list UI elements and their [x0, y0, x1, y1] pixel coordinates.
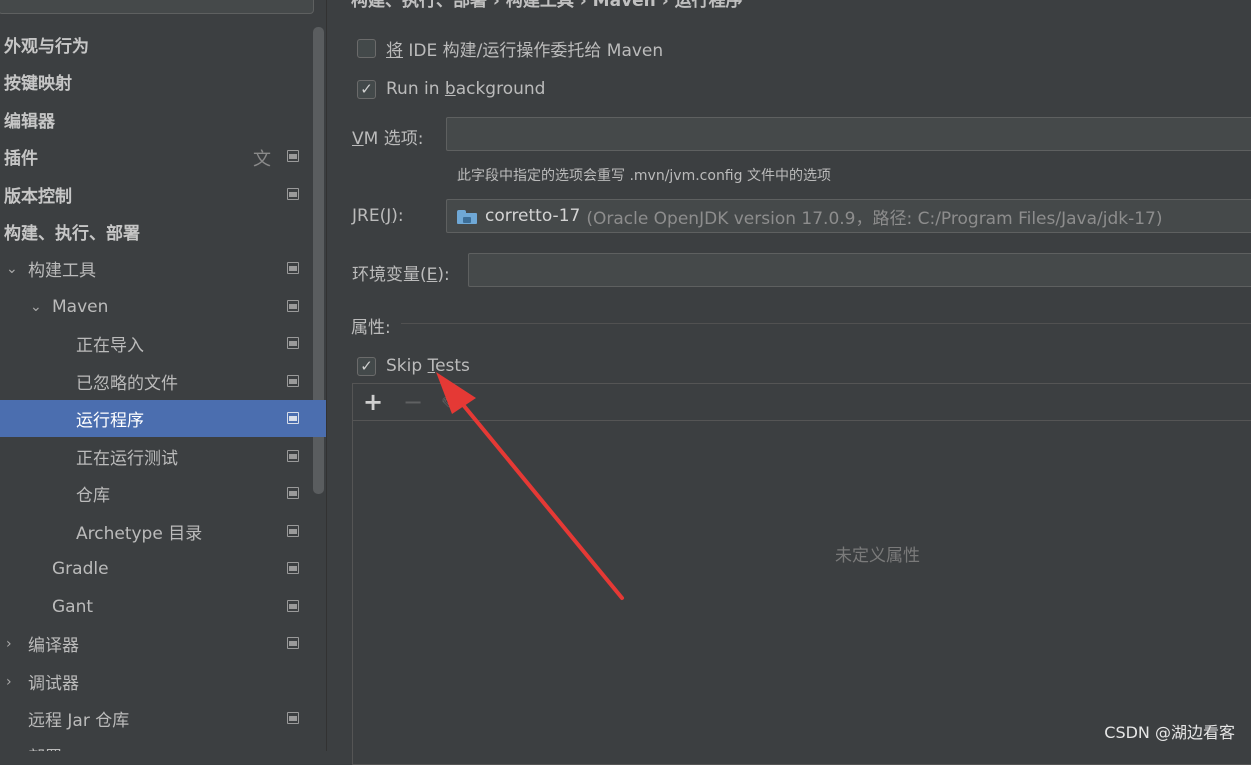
sidebar-item-build-tools[interactable]: ⌄ 构建工具 — [0, 250, 312, 287]
project-level-icon — [287, 300, 299, 312]
delegate-to-maven-checkbox[interactable] — [357, 38, 376, 58]
jdk-folder-icon — [457, 208, 477, 224]
project-level-icon — [287, 712, 299, 724]
sidebar-item-label: 插件 — [4, 149, 38, 169]
watermark: CSDN @湖边看客 — [1104, 723, 1235, 742]
vm-options-input[interactable] — [446, 117, 1251, 151]
project-level-icon — [287, 337, 299, 349]
project-level-icon — [287, 375, 299, 387]
runner-settings-panel: 构建、执行、部署 › 构建工具 › Maven › 运行程序 将 IDE 构建/… — [327, 0, 1251, 765]
project-level-icon — [287, 562, 299, 574]
env-vars-input[interactable] — [468, 253, 1251, 287]
sidebar-item-label: 构建、执行、部署 — [4, 224, 140, 244]
project-level-icon — [287, 487, 299, 499]
sidebar-item-archetype-catalogs[interactable]: Archetype 目录 — [0, 513, 312, 550]
jre-select[interactable]: corretto-17 (Oracle OpenJDK version 17.0… — [446, 199, 1251, 233]
add-property-button[interactable]: + — [363, 387, 383, 417]
sidebar-item-label: 构建工具 — [28, 261, 96, 281]
chevron-down-icon[interactable]: ⌄ — [6, 262, 20, 276]
delegate-to-maven-row[interactable]: 将 IDE 构建/运行操作委托给 Maven — [357, 36, 664, 61]
project-level-icon — [287, 150, 299, 162]
sidebar-item-label: 编辑器 — [4, 112, 55, 132]
sidebar-item-maven[interactable]: ⌄ Maven — [0, 288, 312, 325]
sidebar-item-ignored-files[interactable]: 已忽略的文件 — [0, 363, 312, 400]
settings-sidebar: 外观与行为 按键映射 编辑器 插件 文 版本控制 构建、执行、部署 ⌄ 构建工具… — [0, 0, 327, 751]
remove-property-button[interactable]: − — [403, 387, 423, 417]
sidebar-item-repositories[interactable]: 仓库 — [0, 475, 312, 512]
translate-icon: 文 — [253, 149, 271, 170]
sidebar-item-label: 运行程序 — [76, 411, 144, 431]
sidebar-item-label: Archetype 目录 — [76, 524, 203, 544]
properties-table[interactable]: + − ✎ 未定义属性 — [352, 383, 1251, 765]
run-in-background-label: Run in background — [386, 79, 546, 99]
sidebar-item-label: 调试器 — [28, 674, 79, 694]
sidebar-item-label: Maven — [52, 296, 109, 317]
sidebar-item-keymap[interactable]: 按键映射 — [0, 63, 312, 100]
project-level-icon — [287, 637, 299, 649]
skip-tests-row[interactable]: ✓ Skip Tests — [357, 354, 470, 378]
sidebar-item-label: 部署 — [28, 743, 62, 751]
sidebar-item-label: 正在运行测试 — [76, 449, 178, 469]
project-level-icon — [287, 600, 299, 612]
jre-label: JRE(J): — [352, 206, 404, 226]
run-in-background-row[interactable]: ✓ Run in background — [357, 77, 545, 101]
properties-separator — [401, 323, 1251, 324]
no-properties-text: 未定义属性 — [835, 546, 920, 566]
sidebar-item-compiler[interactable]: › 编译器 — [0, 625, 312, 662]
chevron-down-icon[interactable]: ⌄ — [30, 300, 44, 314]
env-vars-label: 环境变量(E): — [352, 265, 450, 285]
sidebar-item-gant[interactable]: Gant — [0, 588, 312, 625]
sidebar-item-debugger[interactable]: › 调试器 — [0, 663, 312, 700]
breadcrumb: 构建、执行、部署 › 构建工具 › Maven › 运行程序 — [351, 0, 743, 11]
sidebar-item-build-exec-deploy[interactable]: 构建、执行、部署 — [0, 213, 312, 250]
sidebar-item-running-tests[interactable]: 正在运行测试 — [0, 438, 312, 475]
sidebar-item-remote-jar-repos[interactable]: 远程 Jar 仓库 — [0, 700, 312, 737]
sidebar-item-importing[interactable]: 正在导入 — [0, 325, 312, 362]
sidebar-item-label: 正在导入 — [76, 336, 144, 356]
sidebar-item-label: Gant — [52, 596, 94, 617]
sidebar-item-label: 版本控制 — [4, 187, 72, 207]
project-level-icon — [287, 525, 299, 537]
settings-search-field[interactable] — [0, 0, 314, 14]
sidebar-item-label: 编译器 — [28, 636, 79, 656]
project-level-icon — [287, 412, 299, 424]
sidebar-item-label: Gradle — [52, 558, 109, 579]
sidebar-item-runner[interactable]: 运行程序 — [0, 400, 326, 437]
sidebar-item-version-control[interactable]: 版本控制 — [0, 176, 312, 213]
vm-options-hint: 此字段中指定的选项会重写 .mvn/jvm.config 文件中的选项 — [457, 168, 831, 184]
jre-name: corretto-17 — [485, 206, 581, 226]
jre-description: (Oracle OpenJDK version 17.0.9，路径: C:/Pr… — [586, 208, 1163, 229]
project-level-icon — [287, 262, 299, 274]
chevron-right-icon[interactable]: › — [6, 637, 20, 651]
properties-label: 属性: — [351, 318, 391, 338]
delegate-to-maven-label: 将 IDE 构建/运行操作委托给 Maven — [386, 40, 664, 61]
sidebar-item-label: 已忽略的文件 — [76, 374, 178, 394]
skip-tests-label: Skip Tests — [386, 356, 470, 376]
sidebar-item-label: 仓库 — [76, 486, 110, 506]
skip-tests-checkbox[interactable]: ✓ — [357, 356, 376, 376]
vm-options-label: VM 选项: — [352, 129, 424, 149]
sidebar-item-appearance[interactable]: 外观与行为 — [0, 26, 312, 63]
sidebar-item-plugins[interactable]: 插件 文 — [0, 138, 312, 175]
sidebar-item-gradle[interactable]: Gradle — [0, 550, 312, 587]
project-level-icon — [287, 450, 299, 462]
sidebar-item-deployment[interactable]: › 部署 — [0, 737, 312, 751]
edit-property-button[interactable]: ✎ — [441, 390, 456, 420]
chevron-right-icon[interactable]: › — [6, 675, 20, 689]
sidebar-item-label: 外观与行为 — [4, 37, 89, 57]
sidebar-item-label: 按键映射 — [4, 74, 72, 94]
properties-toolbar: + − ✎ — [353, 384, 1251, 421]
run-in-background-checkbox[interactable]: ✓ — [357, 79, 376, 99]
project-level-icon — [287, 188, 299, 200]
sidebar-item-editor[interactable]: 编辑器 — [0, 101, 312, 138]
sidebar-item-label: 远程 Jar 仓库 — [28, 711, 130, 731]
